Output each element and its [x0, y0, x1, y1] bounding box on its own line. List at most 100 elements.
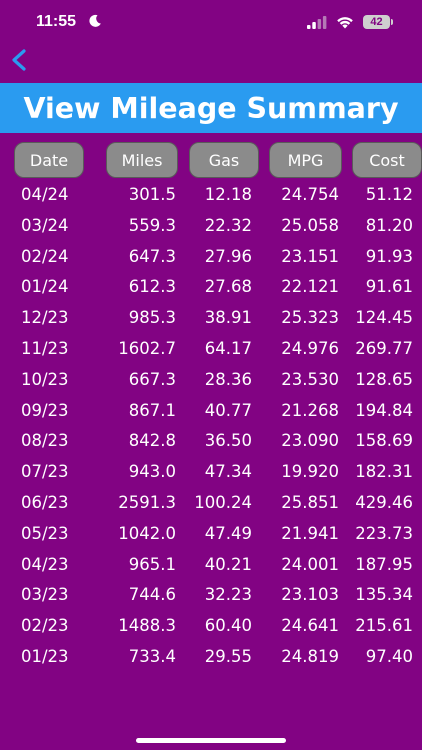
battery-tip [391, 19, 393, 25]
table-row: 08/23 842.8 36.50 23.090 158.69 [0, 426, 422, 457]
table-row: 09/23 867.1 40.77 21.268 194.84 [0, 396, 422, 427]
gas-cell: 28.36 [204, 369, 252, 389]
table-row: 02/23 1488.3 60.40 24.641 215.61 [0, 611, 422, 642]
miles-column-button[interactable]: Miles [106, 142, 178, 178]
miles-cell: 612.3 [128, 277, 176, 297]
cost-cell: 182.31 [355, 462, 413, 482]
gas-cell: 40.21 [204, 554, 252, 574]
gas-cell: 38.91 [204, 308, 252, 328]
date-cell: 01/23 [21, 646, 69, 666]
date-cell: 11/23 [21, 338, 69, 358]
gas-cell: 22.32 [204, 215, 252, 235]
chevron-left-icon [12, 49, 26, 71]
miles-cell: 744.6 [128, 585, 176, 605]
gas-cell: 100.24 [194, 492, 252, 512]
cost-cell: 81.20 [365, 215, 413, 235]
mpg-cell: 21.941 [281, 523, 339, 543]
miles-cell: 667.3 [128, 369, 176, 389]
date-column-button[interactable]: Date [14, 142, 84, 178]
cost-cell: 91.93 [365, 246, 413, 266]
table-row: 07/23 943.0 47.34 19.920 182.31 [0, 457, 422, 488]
date-cell: 01/24 [21, 277, 69, 297]
table-row: 04/23 965.1 40.21 24.001 187.95 [0, 550, 422, 581]
mpg-cell: 24.754 [281, 185, 339, 204]
mpg-cell: 23.530 [281, 369, 339, 389]
table-row: 03/23 744.6 32.23 23.103 135.34 [0, 580, 422, 611]
cost-cell: 269.77 [355, 338, 413, 358]
moon-icon [89, 14, 101, 27]
date-cell: 04/23 [21, 554, 69, 574]
date-cell: 05/23 [21, 523, 69, 543]
gas-cell: 12.18 [204, 185, 252, 204]
cost-cell: 194.84 [355, 400, 413, 420]
battery-icon: 42 [363, 15, 390, 29]
miles-cell: 301.5 [128, 185, 176, 204]
miles-cell: 842.8 [128, 431, 176, 451]
gas-cell: 40.77 [204, 400, 252, 420]
cost-cell: 215.61 [355, 616, 413, 636]
date-cell: 06/23 [21, 492, 69, 512]
wifi-icon [337, 17, 353, 29]
cost-column-button[interactable]: Cost [352, 142, 422, 178]
date-cell: 02/23 [21, 616, 69, 636]
mileage-table: 04/24 301.5 12.18 24.754 51.12 03/24 559.3 22.3… [0, 180, 422, 673]
table-row: 04/24 301.5 12.18 24.754 51.12 [0, 180, 422, 211]
date-cell: 03/24 [21, 215, 69, 235]
gas-column-button[interactable]: Gas [189, 142, 259, 178]
table-row: 05/23 1042.0 47.49 21.941 223.73 [0, 519, 422, 550]
table-row: 01/24 612.3 27.68 22.121 91.61 [0, 272, 422, 303]
cost-cell: 187.95 [355, 554, 413, 574]
mpg-cell: 24.641 [281, 616, 339, 636]
gas-cell: 27.68 [204, 277, 252, 297]
mpg-cell: 25.323 [281, 308, 339, 328]
mpg-cell: 24.976 [281, 338, 339, 358]
date-cell: 02/24 [21, 246, 69, 266]
gas-cell: 36.50 [204, 431, 252, 451]
date-cell: 10/23 [21, 369, 69, 389]
date-cell: 07/23 [21, 462, 69, 482]
status-time: 11:55 [36, 13, 77, 30]
date-cell: 03/23 [21, 585, 69, 605]
gas-cell: 27.96 [204, 246, 252, 266]
miles-cell: 1602.7 [118, 338, 176, 358]
cost-cell: 51.12 [365, 185, 413, 204]
status-bar: 11:55 42 [0, 0, 422, 44]
mpg-cell: 24.001 [281, 554, 339, 574]
table-row: 06/23 2591.3 100.24 25.851 429.46 [0, 488, 422, 519]
back-button[interactable] [6, 46, 34, 74]
gas-cell: 47.34 [204, 462, 252, 482]
title-bar: View Mileage Summary [0, 83, 422, 133]
miles-cell: 733.4 [128, 646, 176, 666]
mpg-column-button[interactable]: MPG [269, 142, 342, 178]
cost-cell: 124.45 [355, 308, 413, 328]
table-row: 12/23 985.3 38.91 25.323 124.45 [0, 303, 422, 334]
cost-cell: 135.34 [355, 585, 413, 605]
page-title: View Mileage Summary [23, 91, 399, 125]
gas-cell: 60.40 [204, 616, 252, 636]
table-row: 02/24 647.3 27.96 23.151 91.93 [0, 242, 422, 273]
gas-cell: 32.23 [204, 585, 252, 605]
miles-cell: 867.1 [128, 400, 176, 420]
miles-cell: 647.3 [128, 246, 176, 266]
table-row: 03/24 559.3 22.32 25.058 81.20 [0, 211, 422, 242]
miles-cell: 559.3 [128, 215, 176, 235]
miles-cell: 985.3 [128, 308, 176, 328]
table-row: 11/23 1602.7 64.17 24.976 269.77 [0, 334, 422, 365]
miles-cell: 1042.0 [118, 523, 176, 543]
date-cell: 09/23 [21, 400, 69, 420]
gas-cell: 64.17 [204, 338, 252, 358]
home-indicator[interactable] [136, 738, 286, 743]
date-cell: 04/24 [21, 185, 69, 204]
gas-cell: 29.55 [204, 646, 252, 666]
miles-cell: 965.1 [128, 554, 176, 574]
gas-cell: 47.49 [204, 523, 252, 543]
cost-cell: 91.61 [365, 277, 413, 297]
mpg-cell: 25.058 [281, 215, 339, 235]
mpg-cell: 21.268 [281, 400, 339, 420]
cost-cell: 429.46 [355, 492, 413, 512]
miles-cell: 2591.3 [118, 492, 176, 512]
mpg-cell: 23.151 [281, 246, 339, 266]
table-row: 01/23 733.4 29.55 24.819 97.40 [0, 642, 422, 673]
miles-cell: 943.0 [128, 462, 176, 482]
cost-cell: 128.65 [355, 369, 413, 389]
